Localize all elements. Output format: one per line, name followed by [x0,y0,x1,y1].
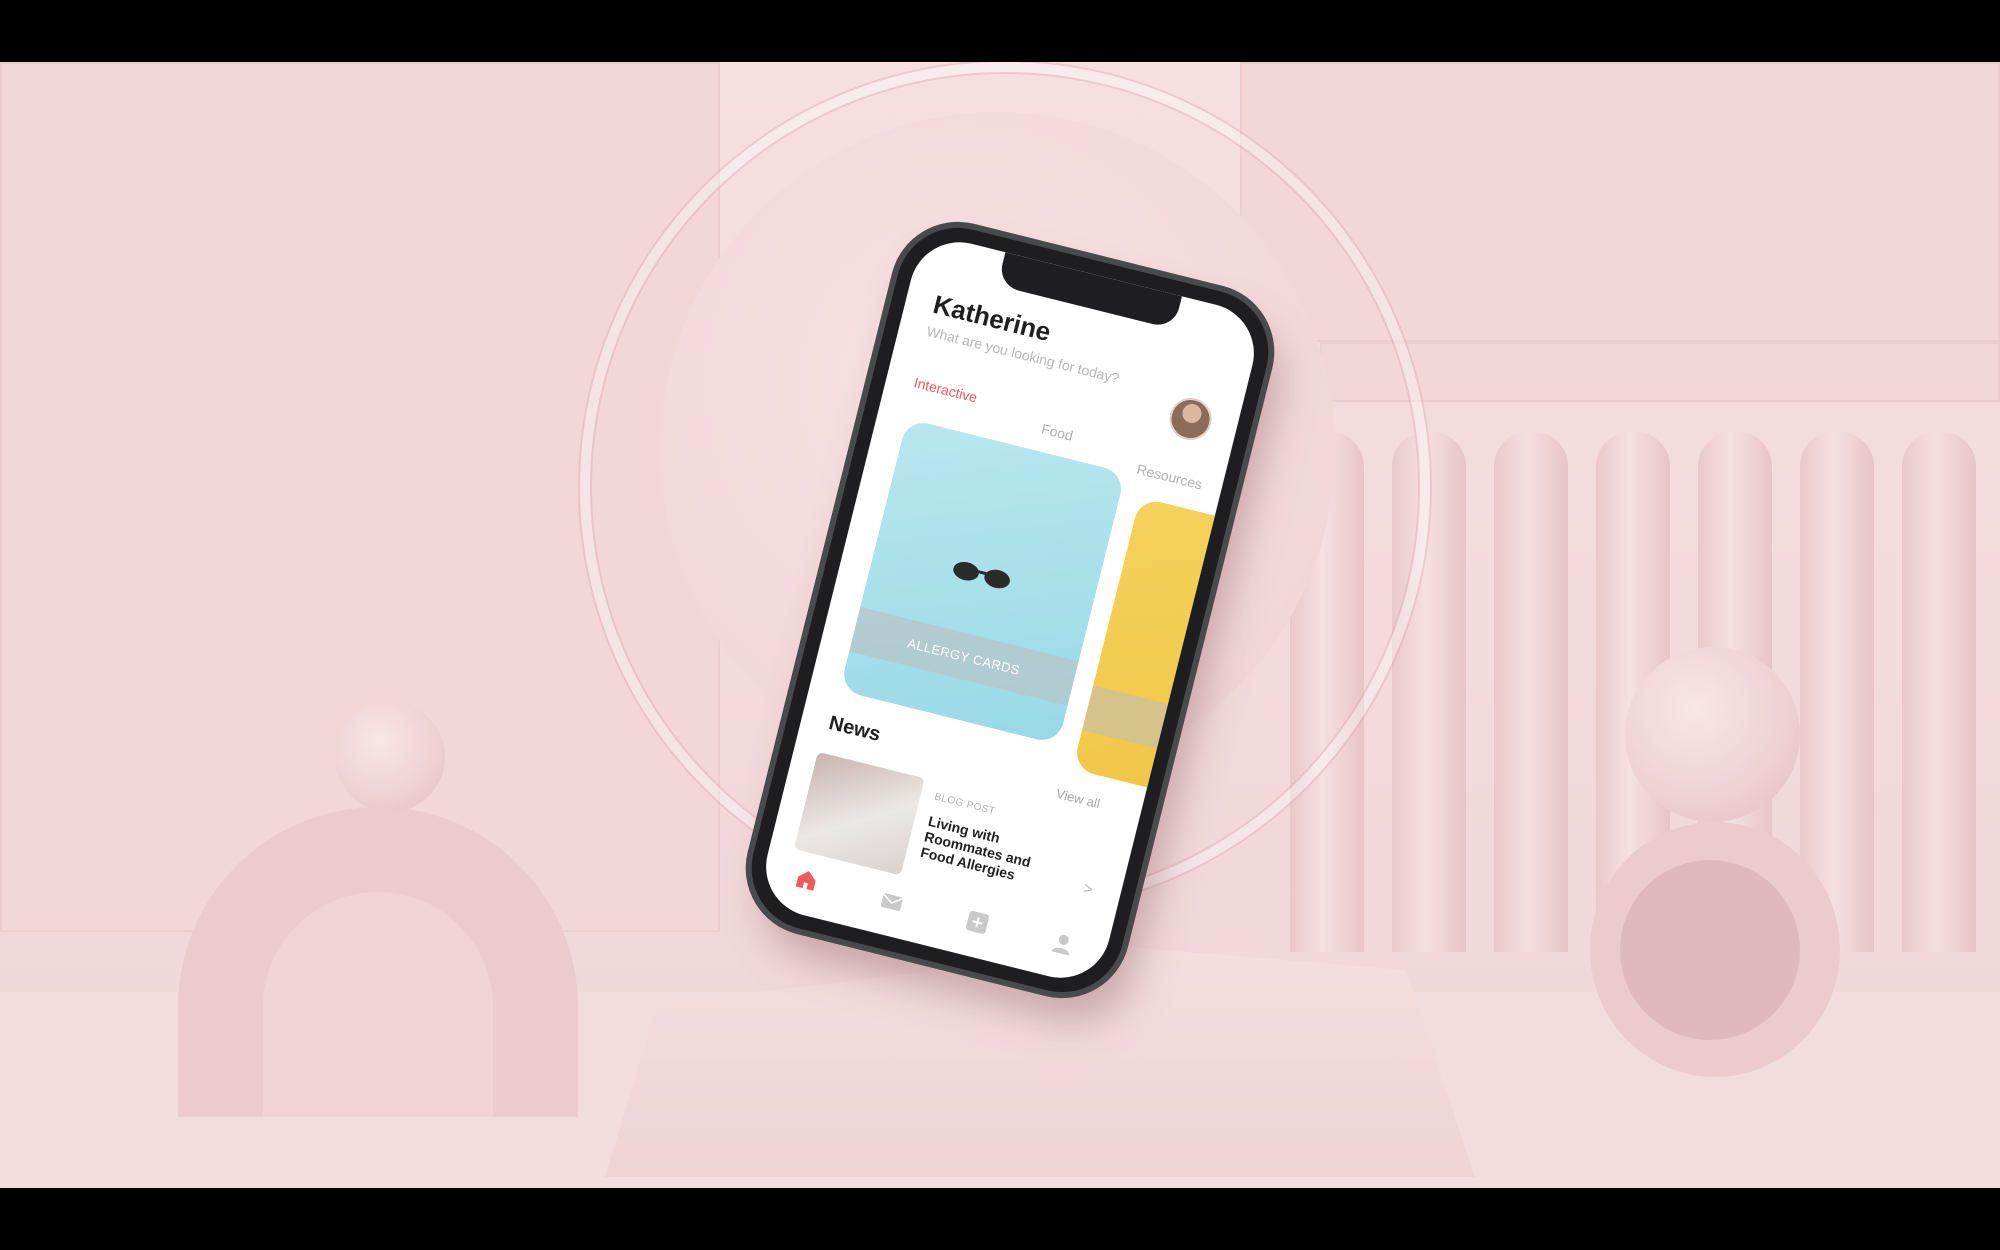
view-all-link[interactable]: View all [1055,786,1102,811]
news-heading: News [826,711,883,746]
chevron-right-icon[interactable]: > [1081,880,1094,900]
sunglasses-image [953,561,1010,589]
home-icon[interactable] [792,865,821,894]
ring-sculpture [1590,822,1840,1077]
mail-icon[interactable] [878,887,907,916]
wall-shelf [1320,342,2000,402]
profile-icon[interactable] [1048,929,1077,958]
sphere-right [1625,647,1800,822]
allergy-cards-card[interactable]: ALLERGY CARDS [839,418,1126,745]
card-label: ALLERGY CARDS [849,606,1079,706]
avatar[interactable] [1165,393,1217,445]
add-icon[interactable] [963,908,992,937]
column [1494,432,1568,952]
column [1902,432,1976,952]
sphere-left [335,702,445,812]
post-type: BLOG POST [933,791,997,818]
